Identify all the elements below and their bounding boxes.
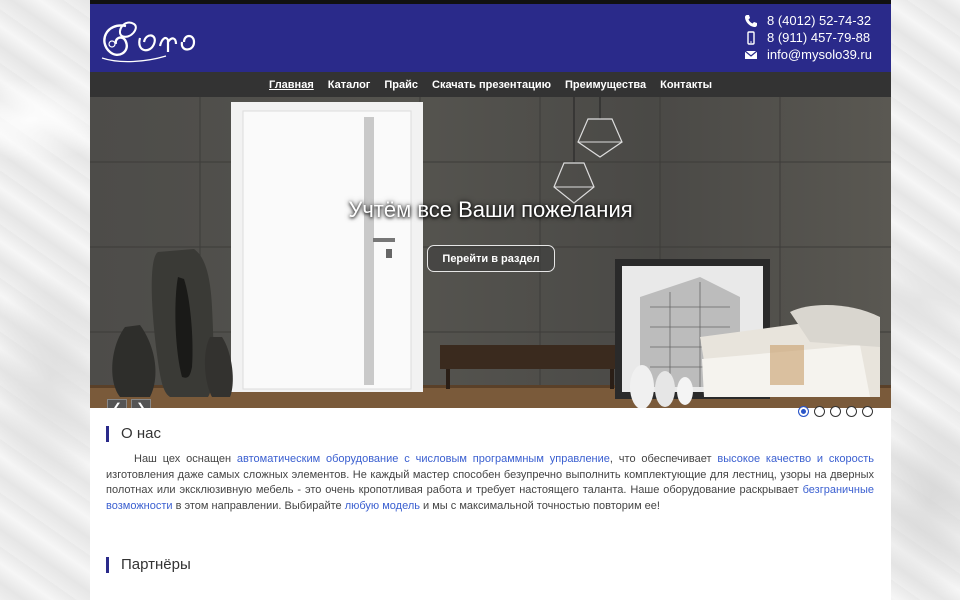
mobile-icon <box>747 30 755 45</box>
about-text-part: , что обеспечивает <box>609 453 718 465</box>
hero-slider[interactable]: Учтём все Ваши пожелания Перейти в разде… <box>90 97 891 408</box>
nav-item-price[interactable]: Прайс <box>384 79 418 91</box>
slider-dot-5[interactable] <box>862 406 873 417</box>
about-link-quality[interactable]: высокое качество и скорость <box>717 453 874 465</box>
about-link-model[interactable]: любую модель <box>345 500 420 512</box>
slider-pagination <box>798 406 878 417</box>
main-nav: Главная Каталог Прайс Скачать презентаци… <box>90 72 891 97</box>
about-text-part: и мы с максимальной точностью повторим е… <box>419 499 660 512</box>
about-link-equipment[interactable]: автоматическим оборудование с числовым п… <box>237 453 610 465</box>
about-text-part: в этом направлении. Выбирайте <box>172 499 345 512</box>
partners-heading: Партнёры <box>106 557 191 573</box>
nav-item-catalog[interactable]: Каталог <box>328 79 371 91</box>
chevron-right-icon: ❯ <box>136 401 146 409</box>
slider-dot-3[interactable] <box>830 406 841 417</box>
contact-email[interactable]: info@mysolo39.ru <box>683 46 883 63</box>
nav-item-advantages[interactable]: Преимущества <box>565 79 646 91</box>
contact-block: 8 (4012) 52-74-32 8 (911) 457-79-88 info… <box>683 12 883 63</box>
about-heading: О нас <box>106 426 161 442</box>
about-text-part: Наш цех оснащен <box>134 453 237 465</box>
about-text-part: изготовления даже самых сложных элементо… <box>106 468 874 497</box>
phone-icon <box>745 14 757 27</box>
page-container: 8 (4012) 52-74-32 8 (911) 457-79-88 info… <box>90 0 891 600</box>
slide-title: Учтём все Ваши пожелания <box>348 197 633 222</box>
phone-number-2: 8 (911) 457-79-88 <box>767 30 871 45</box>
envelope-icon <box>744 50 758 59</box>
phone-number-1: 8 (4012) 52-74-32 <box>767 13 872 28</box>
logo[interactable] <box>96 12 214 68</box>
nav-item-contacts[interactable]: Контакты <box>660 79 712 91</box>
slider-prev-button[interactable]: ❮ <box>107 399 127 408</box>
email-address: info@mysolo39.ru <box>767 47 872 62</box>
nav-item-presentation[interactable]: Скачать презентацию <box>432 79 551 91</box>
site-header: 8 (4012) 52-74-32 8 (911) 457-79-88 info… <box>90 4 891 72</box>
slider-dot-2[interactable] <box>814 406 825 417</box>
contact-phone-1[interactable]: 8 (4012) 52-74-32 <box>683 12 883 29</box>
chevron-left-icon: ❮ <box>112 401 122 409</box>
nav-item-home[interactable]: Главная <box>269 79 314 91</box>
slider-next-button[interactable]: ❯ <box>131 399 151 408</box>
slider-dot-1[interactable] <box>798 406 809 417</box>
slider-dot-4[interactable] <box>846 406 857 417</box>
slide-cta-button[interactable]: Перейти в раздел <box>427 245 555 272</box>
contact-phone-2[interactable]: 8 (911) 457-79-88 <box>683 29 883 46</box>
about-paragraph: Наш цех оснащен автоматическим оборудова… <box>106 452 874 514</box>
